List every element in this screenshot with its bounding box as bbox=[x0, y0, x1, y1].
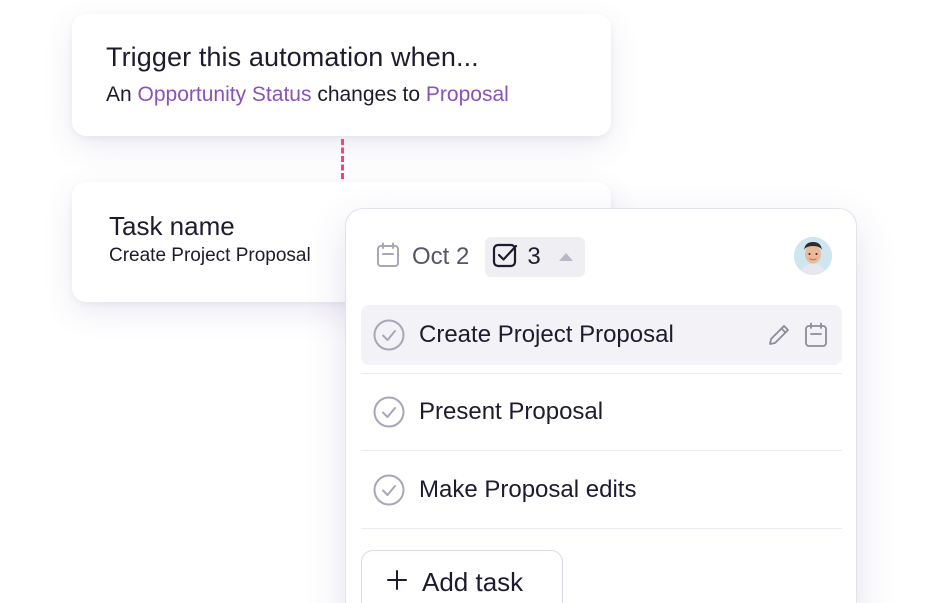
check-circle-icon[interactable] bbox=[373, 319, 405, 351]
task-row[interactable]: Create Project Proposal bbox=[361, 305, 842, 374]
checkbox-icon bbox=[491, 241, 519, 274]
check-circle-icon[interactable] bbox=[373, 474, 405, 506]
caret-up-icon bbox=[558, 253, 573, 261]
row-actions bbox=[766, 322, 828, 353]
add-task-label: Add task bbox=[422, 566, 524, 597]
subtask-count: 3 bbox=[527, 243, 541, 270]
trigger-sentence: An Opportunity Status changes to Proposa… bbox=[106, 82, 577, 108]
due-date[interactable]: Oct 2 bbox=[376, 242, 469, 273]
task-label: Make Proposal edits bbox=[419, 475, 637, 503]
dashed-connector bbox=[341, 139, 344, 179]
calendar-icon bbox=[376, 242, 400, 273]
trigger-card: Trigger this automation when... An Oppor… bbox=[72, 14, 611, 136]
trigger-field[interactable]: Opportunity Status bbox=[138, 83, 312, 106]
trigger-middle: changes to bbox=[317, 83, 421, 106]
subtask-count-toggle[interactable]: 3 bbox=[485, 237, 585, 277]
add-task-button[interactable]: Add task bbox=[361, 550, 563, 603]
calendar-icon[interactable] bbox=[804, 322, 828, 353]
task-list: Create Project Proposal Present Proposal… bbox=[361, 305, 842, 529]
check-circle-icon[interactable] bbox=[373, 396, 405, 428]
due-date-text: Oct 2 bbox=[412, 243, 470, 270]
task-row[interactable]: Present Proposal bbox=[361, 373, 842, 451]
trigger-prefix: An bbox=[106, 83, 132, 106]
task-label: Create Project Proposal bbox=[419, 321, 674, 348]
task-label: Present Proposal bbox=[419, 397, 604, 425]
trigger-title: Trigger this automation when... bbox=[106, 42, 479, 72]
plus-icon bbox=[386, 569, 408, 596]
avatar[interactable] bbox=[794, 237, 832, 275]
tasks-panel: Oct 2 3 Create Project Proposal Present … bbox=[345, 208, 857, 603]
trigger-value[interactable]: Proposal bbox=[426, 83, 509, 106]
task-row[interactable]: Make Proposal edits bbox=[361, 451, 842, 529]
pencil-icon[interactable] bbox=[766, 322, 792, 353]
panel-header: Oct 2 3 bbox=[376, 237, 832, 277]
